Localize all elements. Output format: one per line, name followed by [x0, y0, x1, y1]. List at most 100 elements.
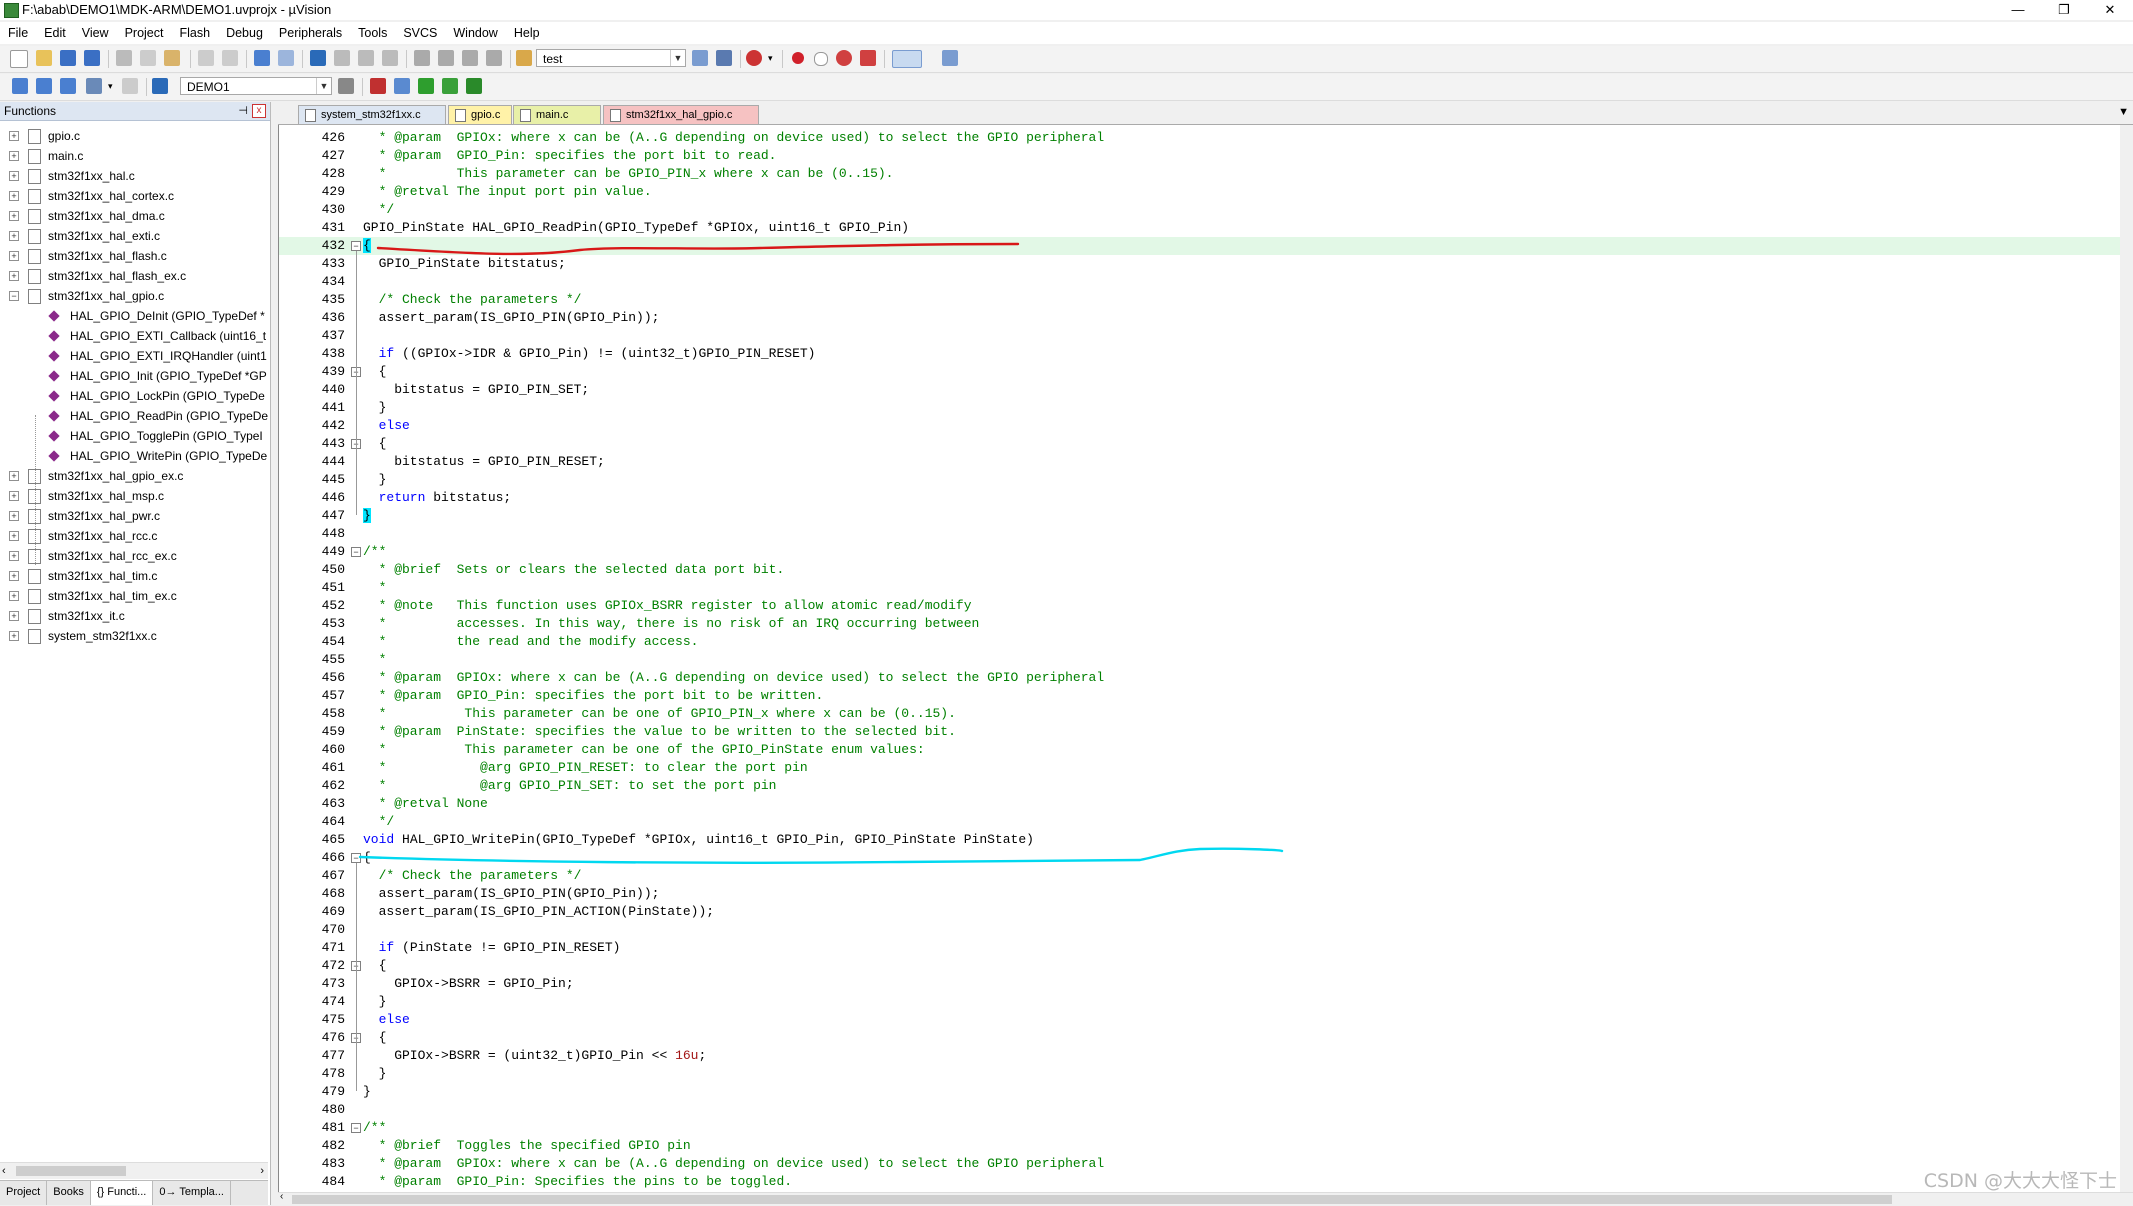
code-line[interactable]: 473 GPIOx->BSRR = GPIO_Pin; [279, 975, 2133, 993]
chevron-down-icon[interactable]: ▼ [316, 78, 331, 94]
file-item[interactable]: + stm32f1xx_hal_cortex.c [0, 186, 268, 206]
code-line[interactable]: 432−{ [279, 237, 2133, 255]
code-line[interactable]: 454 * the read and the modify access. [279, 633, 2133, 651]
menu-peripherals[interactable]: Peripherals [271, 22, 350, 44]
manage-rte-icon[interactable] [394, 78, 410, 94]
disable-breakpoint-icon[interactable] [814, 52, 828, 66]
code-line[interactable]: 472− { [279, 957, 2133, 975]
code-line[interactable]: 455 * [279, 651, 2133, 669]
find-icon[interactable] [716, 50, 732, 66]
scroll-right-icon[interactable]: › [260, 1163, 264, 1179]
file-item[interactable]: + stm32f1xx_hal_rcc.c [0, 526, 268, 546]
panel-tab[interactable]: Books [47, 1181, 91, 1205]
file-item[interactable]: + stm32f1xx_hal_gpio_ex.c [0, 466, 268, 486]
file-item[interactable]: + stm32f1xx_hal_dma.c [0, 206, 268, 226]
code-line[interactable]: 468 assert_param(IS_GPIO_PIN(GPIO_Pin)); [279, 885, 2133, 903]
panel-tab[interactable]: Project [0, 1181, 48, 1205]
code-line[interactable]: 460 * This parameter can be one of the G… [279, 741, 2133, 759]
code-line[interactable]: 450 * @brief Sets or clears the selected… [279, 561, 2133, 579]
pin-icon[interactable]: ⊣ [238, 102, 248, 120]
expand-icon[interactable]: + [9, 511, 19, 521]
code-line[interactable]: 482 * @brief Toggles the specified GPIO … [279, 1137, 2133, 1155]
prev-bookmark-icon[interactable] [334, 50, 350, 66]
expand-icon[interactable]: + [9, 491, 19, 501]
functions-hscrollbar[interactable]: ‹ › [0, 1162, 268, 1179]
menu-edit[interactable]: Edit [36, 22, 74, 44]
code-line[interactable]: 431 GPIO_PinState HAL_GPIO_ReadPin(GPIO_T… [279, 219, 2133, 237]
menu-debug[interactable]: Debug [218, 22, 271, 44]
translate-icon[interactable] [12, 78, 28, 94]
expand-icon[interactable]: + [9, 631, 19, 641]
configure-icon[interactable] [942, 50, 958, 66]
code-line[interactable]: 480 [279, 1101, 2133, 1119]
fold-collapse-icon[interactable]: − [351, 1123, 361, 1133]
function-item[interactable]: HAL_GPIO_EXTI_IRQHandler (uint1 [0, 346, 268, 366]
collapse-icon[interactable]: − [9, 291, 19, 301]
code-line[interactable]: 453 * accesses. In this way, there is no… [279, 615, 2133, 633]
expand-icon[interactable]: + [9, 151, 19, 161]
paste-icon[interactable] [164, 50, 180, 66]
fold-collapse-icon[interactable]: − [351, 853, 361, 863]
code-line[interactable]: 442 else [279, 417, 2133, 435]
code-line[interactable]: 435 /* Check the parameters */ [279, 291, 2133, 309]
chevron-down-icon[interactable]: ▾ [108, 78, 116, 94]
code-line[interactable]: 447} [279, 507, 2133, 525]
code-line[interactable]: 429 * @retval The input port pin value. [279, 183, 2133, 201]
panel-tab[interactable]: 0→ Templa... [153, 1181, 231, 1205]
expand-icon[interactable]: + [9, 471, 19, 481]
file-item[interactable]: + stm32f1xx_hal_flash.c [0, 246, 268, 266]
expand-icon[interactable]: + [9, 551, 19, 561]
file-item[interactable]: + system_stm32f1xx.c [0, 626, 268, 646]
target-combo[interactable]: DEMO1 ▼ [180, 77, 332, 95]
code-line[interactable]: 456 * @param GPIOx: where x can be (A..G… [279, 669, 2133, 687]
find-combo[interactable]: test ▼ [536, 49, 686, 67]
code-line[interactable]: 465 void HAL_GPIO_WritePin(GPIO_TypeDef *… [279, 831, 2133, 849]
code-line[interactable]: 441 } [279, 399, 2133, 417]
function-item[interactable]: HAL_GPIO_ReadPin (GPIO_TypeDe [0, 406, 268, 426]
menu-window[interactable]: Window [445, 22, 505, 44]
rebuild-icon[interactable] [60, 78, 76, 94]
code-line[interactable]: 474 } [279, 993, 2133, 1011]
code-line[interactable]: 458 * This parameter can be one of GPIO_… [279, 705, 2133, 723]
scroll-left-icon[interactable]: ‹ [2, 1163, 6, 1179]
code-line[interactable]: 461 * @arg GPIO_PIN_RESET: to clear the … [279, 759, 2133, 777]
code-line[interactable]: 449−/** [279, 543, 2133, 561]
scroll-thumb[interactable] [16, 1166, 126, 1176]
kill-breakpoints-icon[interactable] [836, 50, 852, 66]
function-item[interactable]: HAL_GPIO_WritePin (GPIO_TypeDe [0, 446, 268, 466]
function-item[interactable]: HAL_GPIO_EXTI_Callback (uint16_t [0, 326, 268, 346]
code-line[interactable]: 459 * @param PinState: specifies the val… [279, 723, 2133, 741]
code-line[interactable]: 439− { [279, 363, 2133, 381]
minimize-button[interactable]: — [1995, 0, 2041, 20]
batch-build-icon[interactable] [86, 78, 102, 94]
code-line[interactable]: 463 * @retval None [279, 795, 2133, 813]
file-tab[interactable]: stm32f1xx_hal_gpio.c [603, 105, 759, 124]
software-packs-icon[interactable] [466, 78, 482, 94]
unindent-icon[interactable] [438, 50, 454, 66]
breakpoint-icon[interactable] [792, 52, 804, 64]
fold-collapse-icon[interactable]: − [351, 547, 361, 557]
file-item[interactable]: + stm32f1xx_hal_tim_ex.c [0, 586, 268, 606]
download-icon[interactable] [152, 78, 168, 94]
redo-icon[interactable] [222, 50, 238, 66]
code-line[interactable]: 443− { [279, 435, 2133, 453]
navigate-back-icon[interactable] [254, 50, 270, 66]
expand-icon[interactable]: + [9, 591, 19, 601]
code-editor[interactable]: 426 * @param GPIOx: where x can be (A..G… [278, 125, 2133, 1192]
code-line[interactable]: 430 */ [279, 201, 2133, 219]
code-line[interactable]: 457 * @param GPIO_Pin: specifies the por… [279, 687, 2133, 705]
pack-installer-icon[interactable] [442, 78, 458, 94]
incremental-find-icon[interactable] [692, 50, 708, 66]
code-line[interactable]: 477 GPIOx->BSRR = (uint32_t)GPIO_Pin << … [279, 1047, 2133, 1065]
file-item[interactable]: + main.c [0, 146, 268, 166]
navigate-forward-icon[interactable] [278, 50, 294, 66]
uncomment-icon[interactable] [486, 50, 502, 66]
expand-icon[interactable]: + [9, 531, 19, 541]
expand-icon[interactable]: + [9, 171, 19, 181]
code-line[interactable]: 452 * @note This function uses GPIOx_BSR… [279, 597, 2133, 615]
new-file-icon[interactable] [10, 50, 28, 68]
file-tab[interactable]: gpio.c [448, 105, 512, 124]
code-line[interactable]: 438 if ((GPIOx->IDR & GPIO_Pin) != (uint… [279, 345, 2133, 363]
menu-svcs[interactable]: SVCS [395, 22, 445, 44]
code-line[interactable]: 464 */ [279, 813, 2133, 831]
